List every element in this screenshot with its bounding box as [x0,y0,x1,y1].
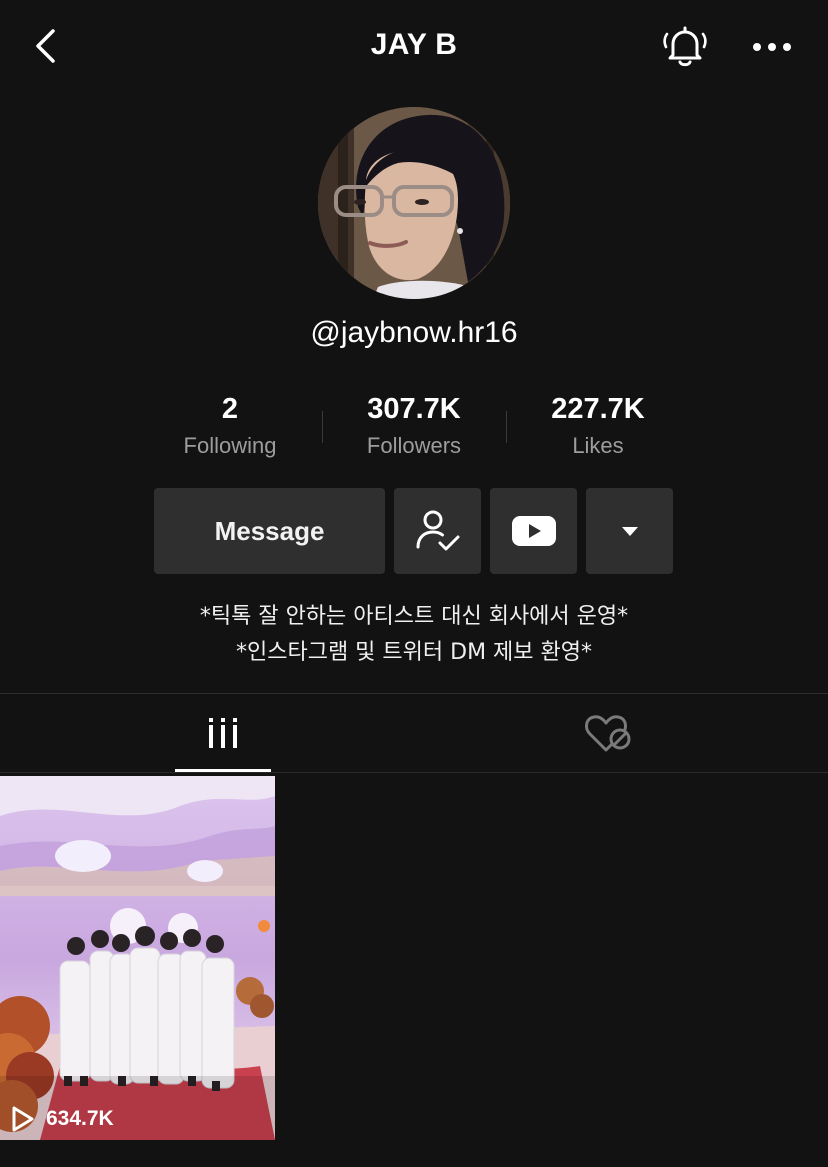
grid-icon [209,718,237,748]
video-thumbnail[interactable] [0,776,275,1140]
message-button[interactable]: Message [154,488,385,574]
youtube-button[interactable] [490,488,577,574]
more-horizontal-icon [753,43,791,51]
youtube-icon [511,516,556,546]
divider [0,693,828,694]
header: JAY B [0,0,828,94]
user-check-icon [416,510,459,551]
followers-label: Followers [366,433,462,458]
username: @jaybnow.hr16 [310,316,518,349]
private-liked-heart-icon [585,715,631,752]
views-count: 634.7K [46,1107,114,1130]
likes-label: Likes [572,433,624,458]
tab-liked[interactable] [558,694,654,772]
stat-followers[interactable]: 307.7K Followers [322,392,506,460]
bio-line-1: *틱톡 잘 안하는 아티스트 대신 회사에서 운영* [199,604,629,629]
chevron-left-icon [36,29,55,63]
avatar[interactable] [318,107,510,299]
following-count: 2 [221,393,239,425]
play-icon [12,1106,34,1132]
tab-videos[interactable] [175,694,271,772]
video-view-count: 634.7K [10,1102,114,1136]
more-suggestions-button[interactable] [586,488,673,574]
bell-icon [663,26,707,67]
stat-following[interactable]: 2 Following [138,392,322,460]
followers-count: 307.7K [367,393,461,425]
back-button[interactable] [28,26,68,66]
likes-count: 227.7K [551,393,645,425]
stat-likes[interactable]: 227.7K Likes [506,392,690,460]
video-cover-image [0,776,275,1140]
profile-photo [318,107,510,299]
following-label: Following [183,433,277,458]
caret-down-icon [621,527,638,536]
more-options-button[interactable] [748,28,796,68]
divider [0,772,828,773]
notification-bell-button[interactable] [660,22,710,72]
bio-line-2: *인스타그램 및 트위터 DM 제보 환영* [235,640,592,665]
following-button[interactable] [394,488,481,574]
profile-page: JAY B @jaybnow.hr16 2 Following 307.7K F… [0,0,828,1167]
